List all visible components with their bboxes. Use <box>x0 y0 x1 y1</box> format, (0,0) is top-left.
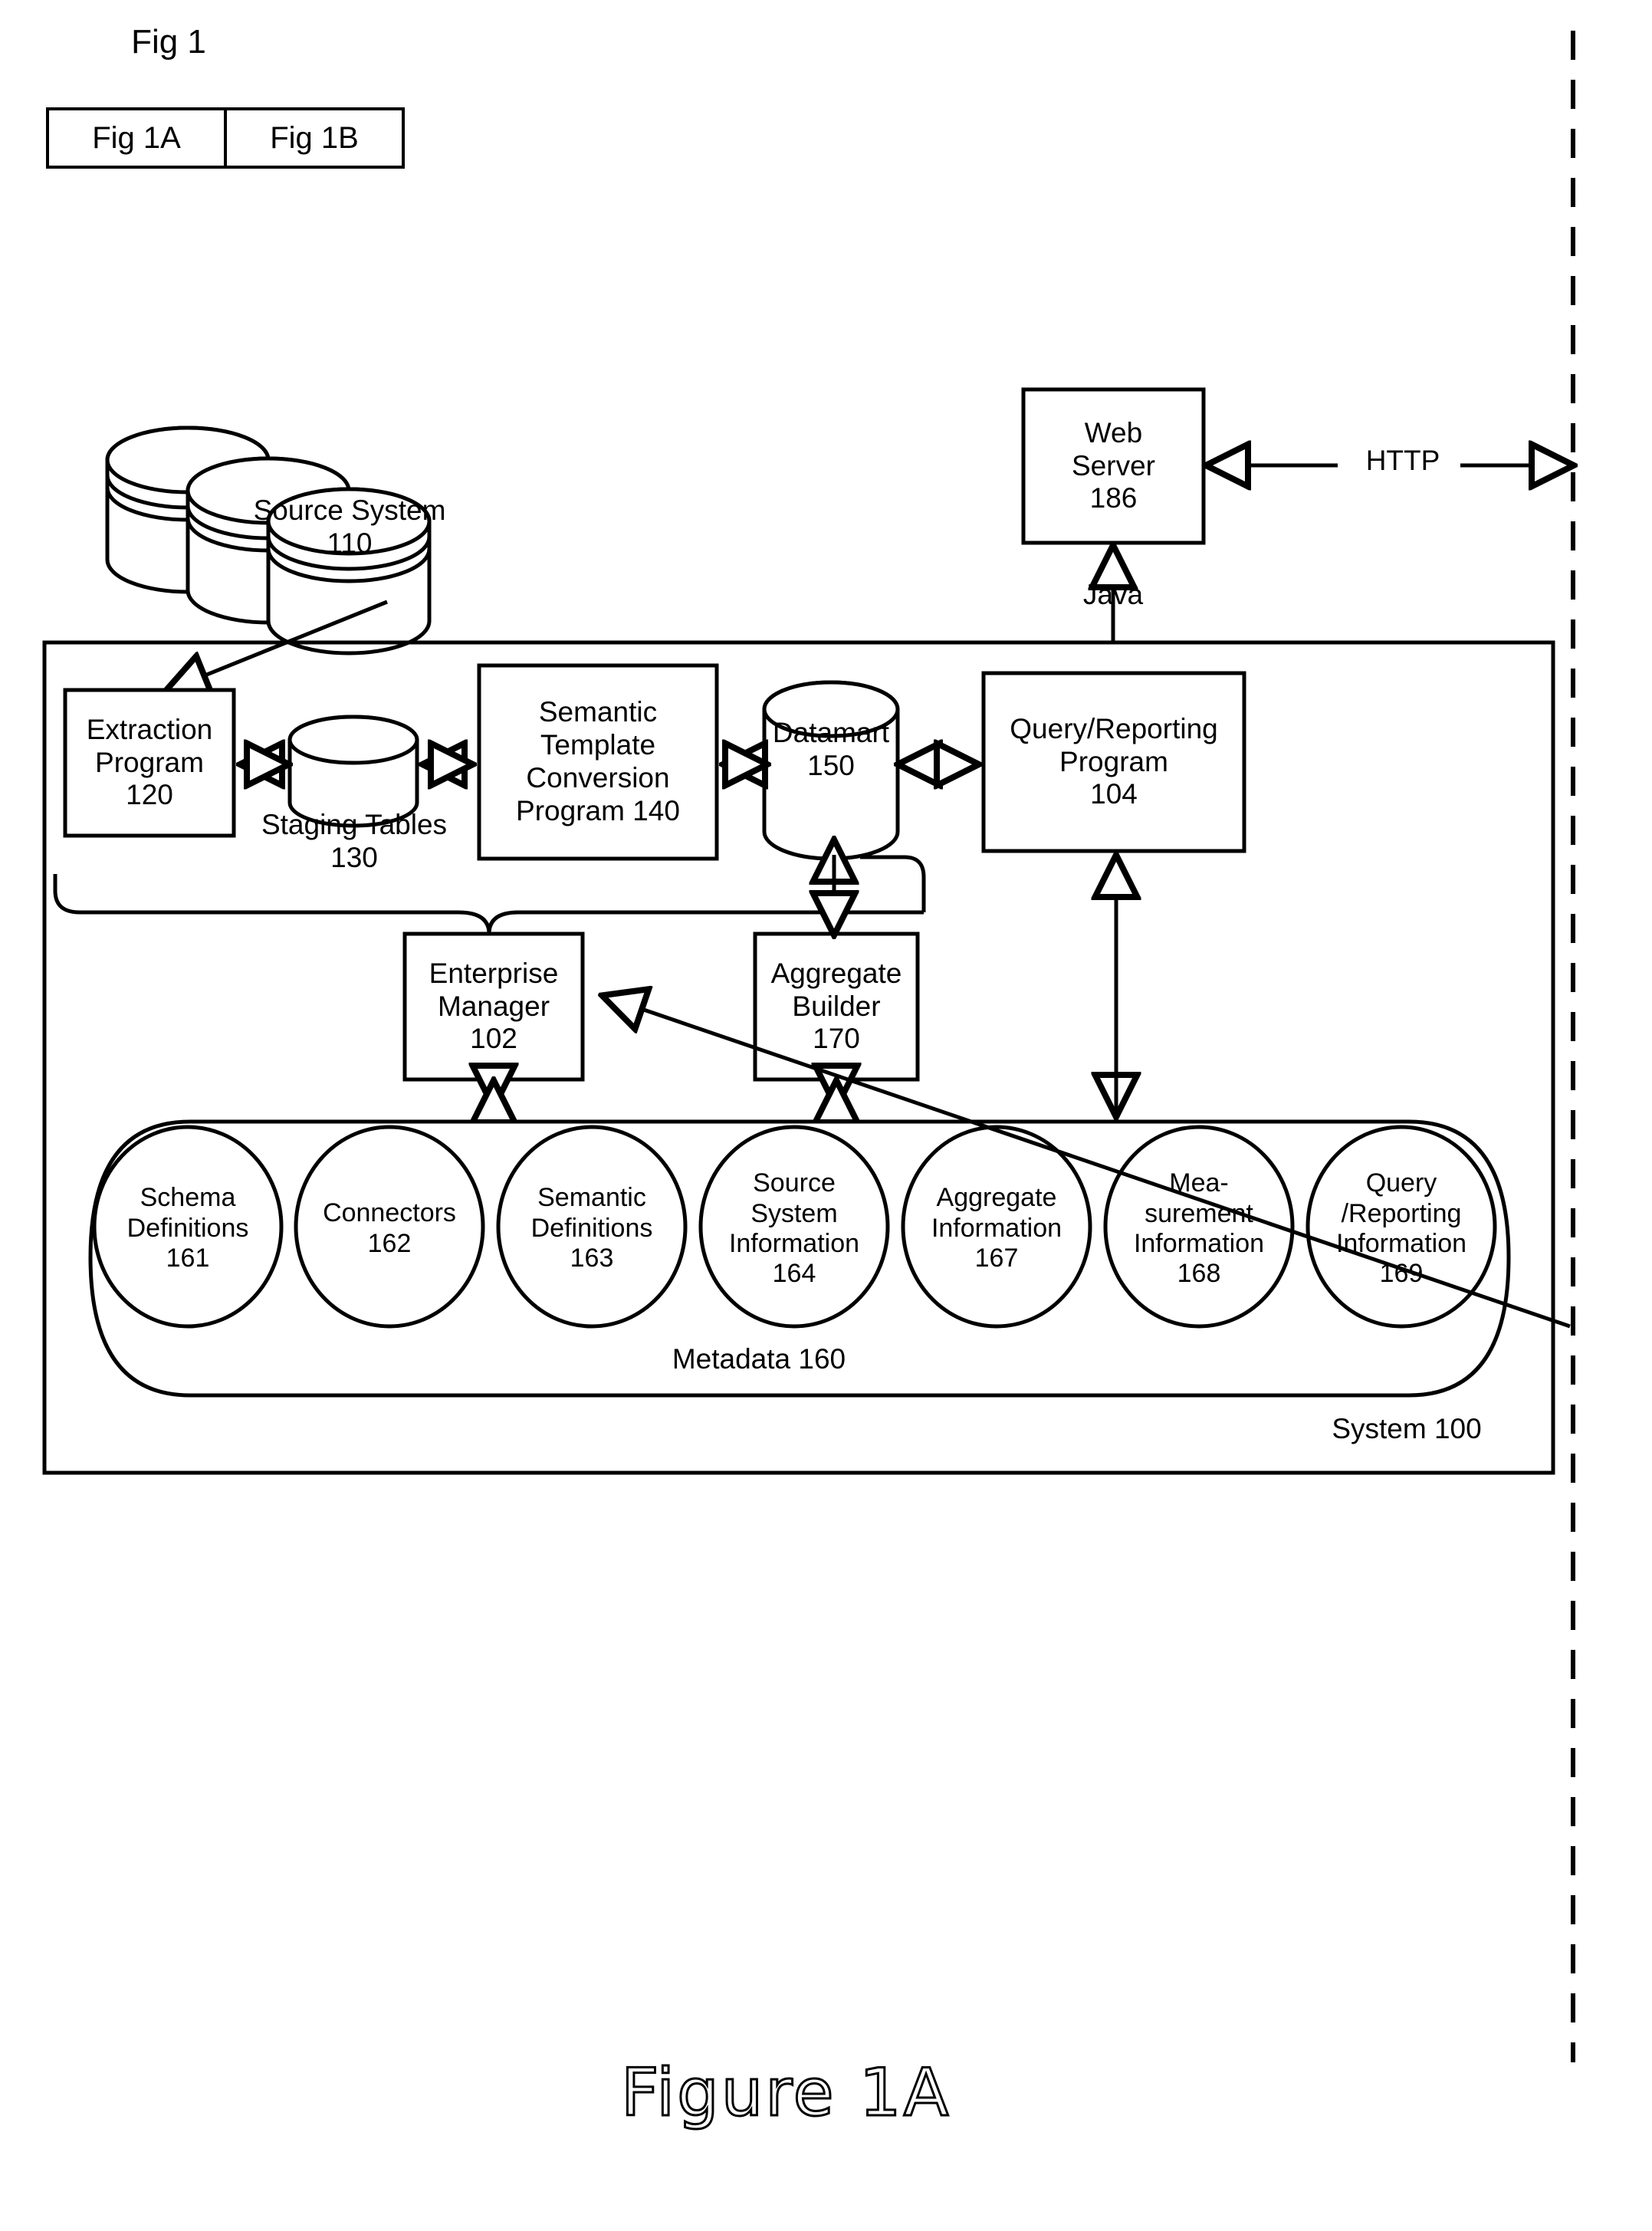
enterprise-manager-line-2: Manager <box>437 990 550 1022</box>
datamart-label: Datamart 150 <box>764 717 898 782</box>
enterprise-manager-ref: 102 <box>470 1023 517 1055</box>
metadata-163-line-1: Semantic <box>537 1183 646 1213</box>
diagram-canvas <box>42 31 1652 2062</box>
metadata-168-line-2: surement <box>1145 1198 1253 1228</box>
metadata-169-ref: 169 <box>1379 1259 1424 1289</box>
extraction-program-ref: 120 <box>126 779 173 811</box>
brace-to-enterprise-manager <box>53 874 924 935</box>
metadata-label-162: Connectors 162 <box>296 1165 483 1292</box>
semantic-template-label: Semantic Template Conversion Program 140 <box>479 665 717 859</box>
semantic-template-line-1: Semantic <box>538 696 658 728</box>
source-system-name: Source System <box>253 495 446 526</box>
line-datamart-hook-curve <box>860 855 926 878</box>
metadata-label-164: Source System Information 164 <box>701 1133 888 1325</box>
metadata-167-line-2: Information <box>931 1213 1062 1243</box>
http-label: HTTP <box>1365 445 1440 476</box>
java-label: Java <box>1082 579 1144 610</box>
aggregate-builder-line-1: Aggregate <box>770 957 902 989</box>
source-system-ref: 110 <box>327 527 373 559</box>
metadata-label-167: Aggregate Information 167 <box>903 1150 1090 1307</box>
web-server-line-1: Web <box>1084 416 1143 449</box>
metadata-164-line-3: Information <box>728 1229 860 1258</box>
extraction-program-label: Extraction Program 120 <box>65 690 234 836</box>
staging-tables-label: Staging Tables 130 <box>261 809 448 874</box>
metadata-162-ref: 162 <box>367 1228 412 1258</box>
metadata-container-label: Metadata 160 <box>672 1343 846 1375</box>
semantic-template-line-3: Conversion <box>526 762 670 794</box>
datamart-name: Datamart <box>772 717 890 748</box>
metadata-164-line-1: Source <box>753 1168 836 1198</box>
metadata-167-line-1: Aggregate <box>936 1183 1057 1213</box>
aggregate-builder-line-2: Builder <box>792 990 881 1022</box>
aggregate-builder-label: Aggregate Builder 170 <box>755 934 918 1079</box>
extraction-program-line-1: Extraction <box>86 713 213 745</box>
metadata-label-163: Semantic Definitions 163 <box>498 1150 685 1307</box>
metadata-163-line-2: Definitions <box>530 1213 653 1243</box>
query-reporting-ref: 104 <box>1090 778 1138 810</box>
metadata-169-line-2: /Reporting <box>1341 1198 1462 1228</box>
metadata-label-168: Mea- surement Information 168 <box>1105 1133 1292 1325</box>
metadata-168-line-3: Information <box>1133 1229 1265 1258</box>
metadata-164-ref: 164 <box>772 1259 816 1289</box>
metadata-161-line-1: Schema <box>140 1183 236 1213</box>
metadata-161-line-2: Definitions <box>126 1213 249 1243</box>
system-label: System 100 <box>1332 1413 1482 1444</box>
metadata-164-line-2: System <box>750 1198 838 1228</box>
metadata-167-ref: 167 <box>974 1244 1019 1273</box>
extraction-program-line-2: Program <box>95 746 204 778</box>
enterprise-manager-line-1: Enterprise <box>429 957 559 989</box>
source-system-label: Source System 110 <box>230 495 469 560</box>
web-server-label: Web Server 186 <box>1023 389 1204 543</box>
web-server-line-2: Server <box>1072 449 1155 481</box>
metadata-label-169: Query /Reporting Information 169 <box>1308 1133 1495 1325</box>
staging-tables-ref: 130 <box>330 841 378 873</box>
metadata-163-ref: 163 <box>570 1244 614 1273</box>
aggregate-builder-ref: 170 <box>813 1023 860 1055</box>
metadata-169-line-1: Query <box>1365 1168 1437 1198</box>
query-reporting-line-2: Program <box>1059 745 1168 777</box>
metadata-label-161: Schema Definitions 161 <box>94 1150 281 1307</box>
query-reporting-label: Query/Reporting Program 104 <box>984 673 1244 851</box>
semantic-template-line-4: Program 140 <box>516 794 680 826</box>
metadata-168-line-1: Mea- <box>1169 1168 1229 1198</box>
staging-tables-name: Staging Tables <box>261 809 448 840</box>
semantic-template-line-2: Template <box>540 729 656 761</box>
web-server-ref: 186 <box>1089 482 1138 514</box>
figure-caption: Figure 1A <box>619 2054 951 2133</box>
metadata-169-line-3: Information <box>1335 1229 1467 1258</box>
enterprise-manager-label: Enterprise Manager 102 <box>405 934 583 1079</box>
query-reporting-line-1: Query/Reporting <box>1010 712 1218 744</box>
datamart-ref: 150 <box>807 749 855 781</box>
metadata-162-line-1: Connectors <box>323 1198 456 1228</box>
metadata-161-ref: 161 <box>166 1244 210 1273</box>
metadata-168-ref: 168 <box>1177 1259 1221 1289</box>
